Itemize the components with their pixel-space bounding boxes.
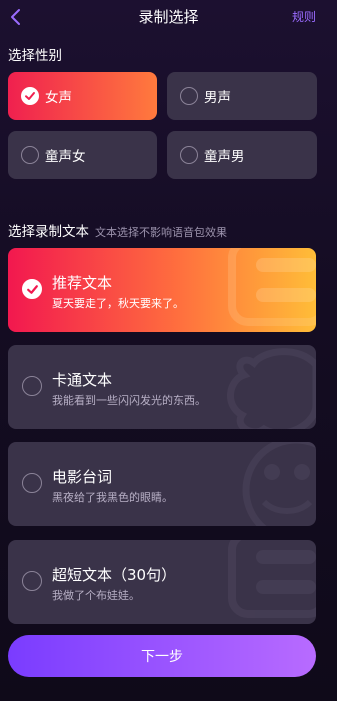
card-title: 超短文本（30句）	[52, 566, 177, 584]
radio-icon	[180, 87, 198, 105]
gender-option-child-female[interactable]: 童声女	[8, 131, 157, 179]
rules-link[interactable]: 规则	[292, 8, 316, 25]
gender-option-label: 男声	[204, 90, 231, 106]
gender-option-child-male[interactable]: 童声男	[167, 131, 317, 179]
radio-icon	[21, 146, 39, 164]
card-title: 卡通文本	[52, 371, 113, 389]
next-button[interactable]: 下一步	[8, 635, 316, 677]
card-subtitle: 黑夜给了我黑色的眼睛。	[52, 491, 173, 504]
card-title: 推荐文本	[52, 274, 113, 292]
header: 录制选择 规则	[0, 0, 337, 34]
text-section-label: 选择录制文本	[8, 224, 89, 240]
card-title: 电影台词	[52, 468, 113, 486]
gender-option-male[interactable]: 男声	[167, 72, 317, 120]
document-decoration-icon	[228, 248, 316, 326]
text-card-recommended[interactable]: 推荐文本 夏天要走了，秋天要来了。	[8, 248, 316, 332]
cartoon-decoration-icon	[227, 348, 316, 429]
text-card-cartoon[interactable]: 卡通文本 我能看到一些闪闪发光的东西。	[8, 345, 316, 429]
radio-icon	[22, 473, 42, 493]
radio-icon	[180, 146, 198, 164]
text-card-movie[interactable]: 电影台词 黑夜给了我黑色的眼睛。	[8, 442, 316, 526]
document-decoration-icon	[228, 540, 316, 618]
gender-section-title: 选择性别	[8, 48, 62, 64]
text-card-short[interactable]: 超短文本（30句） 我做了个布娃娃。	[8, 540, 316, 624]
card-subtitle: 我能看到一些闪闪发光的东西。	[52, 394, 206, 407]
check-icon	[22, 279, 42, 299]
gender-option-label: 童声女	[45, 149, 86, 165]
check-icon	[21, 87, 39, 105]
page-title: 录制选择	[138, 8, 199, 26]
text-section-title: 选择录制文本 文本选择不影响语音包效果	[8, 220, 227, 240]
gender-option-female[interactable]: 女声	[8, 72, 157, 120]
card-subtitle: 我做了个布娃娃。	[52, 589, 140, 602]
radio-icon	[22, 376, 42, 396]
gender-option-label: 童声男	[204, 149, 245, 165]
text-section-note: 文本选择不影响语音包效果	[95, 226, 227, 239]
gender-option-label: 女声	[45, 90, 72, 106]
card-subtitle: 夏天要走了，秋天要来了。	[52, 297, 184, 310]
mask-decoration-icon	[242, 442, 316, 526]
radio-icon	[22, 571, 42, 591]
